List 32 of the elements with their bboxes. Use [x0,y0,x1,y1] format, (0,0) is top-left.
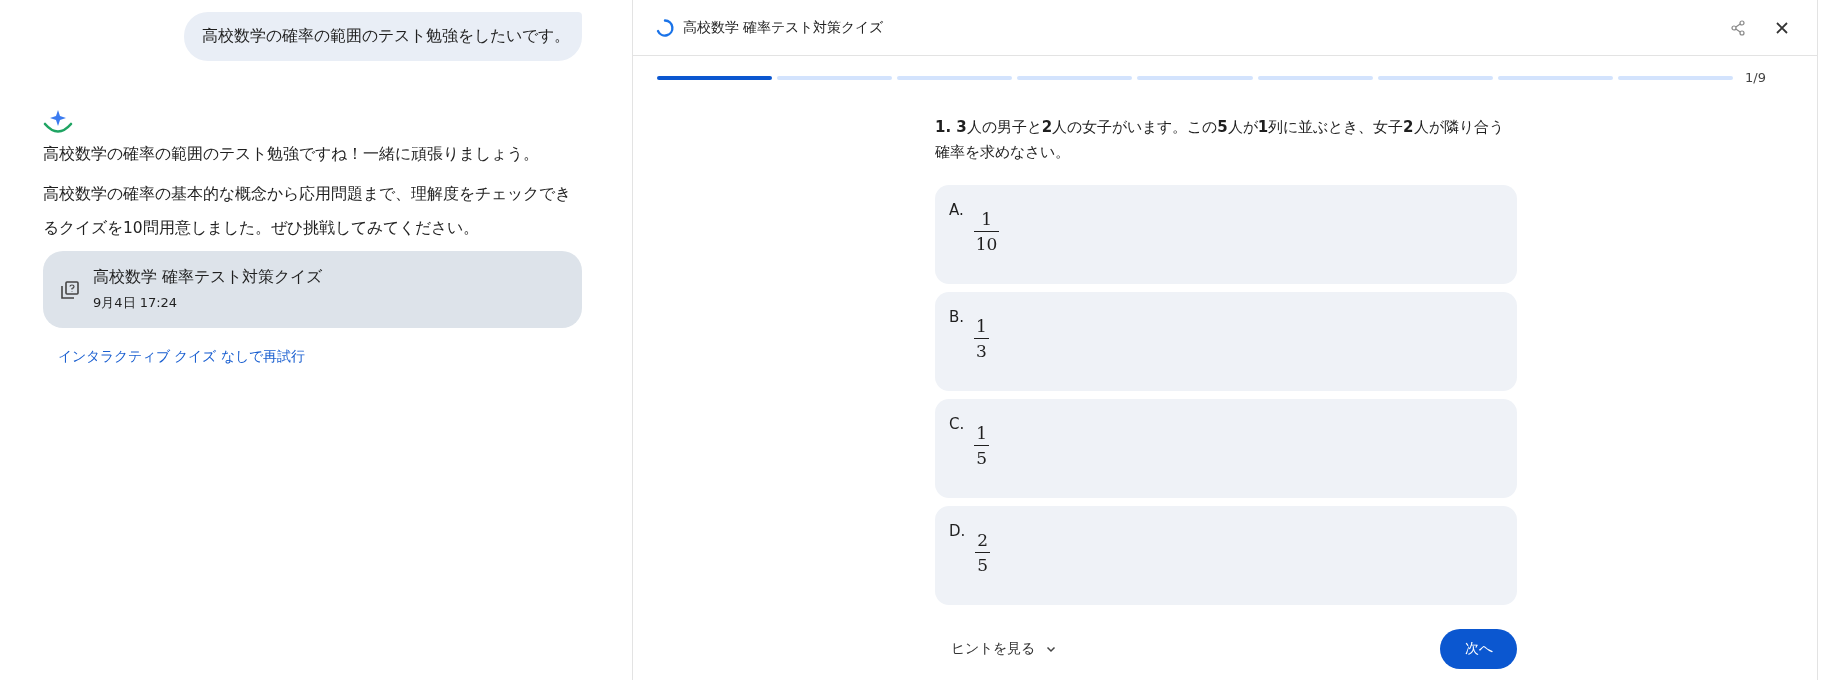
quiz-card-title: 高校数学 確率テスト対策クイズ [93,267,322,288]
loading-spinner-icon [655,17,675,38]
option-label: A. [949,201,964,219]
fraction-numerator: 1 [980,209,993,231]
fraction-numerator: 2 [976,530,990,552]
quiz-card[interactable]: 高校数学 確率テスト対策クイズ 9月4日 17:24 [43,251,582,328]
hint-button[interactable]: ヒントを見る [935,632,1073,666]
option-label: C. [949,415,965,433]
quiz-card-date: 9月4日 17:24 [93,294,179,312]
fraction-numerator: 1 [975,423,989,445]
fraction-denominator: 10 [973,231,1000,254]
answer-option[interactable]: C. 1 5 [935,399,1517,498]
option-label: B. [949,308,965,326]
answer-option[interactable]: A. 1 10 [935,185,1517,284]
reply-paragraph: 高校数学の確率の範囲のテスト勉強ですね！一緒に頑張りましょう。 [43,144,540,165]
close-icon [1775,20,1789,35]
user-message: 高校数学の確率の範囲のテスト勉強をしたいです。 [184,12,582,61]
sparkle-logo-icon [43,109,73,135]
answer-option[interactable]: B. 1 3 [935,292,1517,391]
retry-link[interactable]: インタラクティブ クイズ なしで再試行 [58,348,582,366]
answer-option[interactable]: D. 2 5 [935,506,1517,605]
quiz-icon [61,280,79,299]
fraction-denominator: 5 [975,552,991,575]
reply-paragraph: 高校数学の確率の基本的な概念から応用問題まで、理解度をチェックできるクイズを10問用意しました。ぜひ挑戦してみてください。 [43,184,572,239]
option-label: D. [949,522,966,540]
next-button[interactable]: 次へ [1440,629,1517,669]
panel-title: 高校数学 確率テスト対策クイズ [683,18,884,37]
fraction-denominator: 3 [974,338,989,361]
fraction-denominator: 5 [974,445,990,468]
progress-counter: 1/9 [1745,70,1766,85]
share-icon [1730,19,1746,36]
fraction-numerator: 1 [975,316,988,338]
